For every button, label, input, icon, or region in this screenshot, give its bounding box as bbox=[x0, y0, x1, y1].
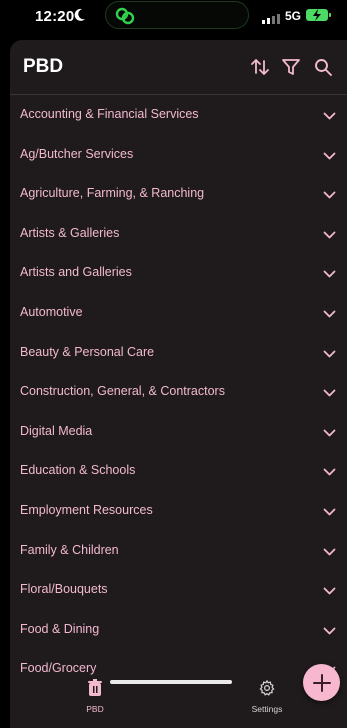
trash-icon bbox=[88, 679, 102, 696]
chevron-down-icon[interactable] bbox=[323, 425, 336, 443]
sort-icon[interactable] bbox=[249, 56, 271, 78]
category-row[interactable]: Digital Media bbox=[10, 411, 347, 451]
category-label: Accounting & Financial Services bbox=[20, 107, 199, 121]
app-screen: PBD Accounting & Financial Services Ag/Bu… bbox=[10, 40, 347, 728]
add-button[interactable] bbox=[303, 664, 340, 701]
category-row[interactable]: Artists and Galleries bbox=[10, 252, 347, 292]
chevron-down-icon[interactable] bbox=[323, 464, 336, 482]
category-row[interactable]: Automotive bbox=[10, 292, 347, 332]
signal-icon bbox=[262, 11, 280, 29]
search-icon[interactable] bbox=[312, 56, 334, 78]
app-header: PBD bbox=[10, 40, 347, 95]
chevron-down-icon[interactable] bbox=[323, 187, 336, 205]
chevron-down-icon[interactable] bbox=[323, 504, 336, 522]
category-label: Beauty & Personal Care bbox=[20, 344, 155, 359]
network-label: 5G bbox=[285, 9, 302, 23]
chevron-down-icon[interactable] bbox=[323, 108, 336, 126]
category-row[interactable]: Ag/Butcher Services bbox=[10, 134, 347, 174]
page-title: PBD bbox=[23, 56, 64, 77]
chevron-down-icon[interactable] bbox=[323, 227, 336, 245]
category-label: Agriculture, Farming, & Ranching bbox=[20, 186, 205, 201]
chevron-down-icon[interactable] bbox=[323, 583, 336, 601]
category-row[interactable]: Artists & Galleries bbox=[10, 213, 347, 253]
link-icon bbox=[114, 6, 136, 31]
plus-icon bbox=[312, 673, 331, 692]
chevron-down-icon[interactable] bbox=[323, 148, 336, 166]
category-row[interactable]: Food & Dining bbox=[10, 609, 347, 649]
category-label: Digital Media bbox=[20, 423, 93, 438]
category-label: Construction, General, & Contractors bbox=[20, 384, 225, 399]
status-bar: 12:20 5G bbox=[0, 0, 347, 36]
category-list: Accounting & Financial Services Ag/Butche… bbox=[10, 94, 347, 688]
chevron-down-icon[interactable] bbox=[323, 385, 336, 403]
battery-icon bbox=[306, 9, 331, 21]
chevron-down-icon[interactable] bbox=[323, 623, 336, 641]
dynamic-island bbox=[105, 1, 249, 29]
status-time: 12:20 bbox=[35, 8, 75, 25]
chevron-down-icon[interactable] bbox=[323, 346, 336, 364]
category-row[interactable]: Beauty & Personal Care bbox=[10, 332, 347, 372]
category-row[interactable]: Floral/Bouquets bbox=[10, 569, 347, 609]
tab-pbd[interactable]: PBD bbox=[65, 679, 125, 714]
category-label: Artists & Galleries bbox=[20, 225, 120, 240]
category-label: Education & Schools bbox=[20, 463, 136, 478]
category-row[interactable]: Agriculture, Farming, & Ranching bbox=[10, 173, 347, 213]
category-label: Employment Resources bbox=[20, 502, 153, 517]
filter-icon[interactable] bbox=[280, 56, 302, 78]
category-label: Artists and Galleries bbox=[20, 265, 132, 280]
category-label: Floral/Bouquets bbox=[20, 582, 108, 597]
category-label: Family & Children bbox=[20, 542, 119, 557]
tab-pbd-label: PBD bbox=[86, 704, 104, 714]
category-row[interactable]: Education & Schools bbox=[10, 450, 347, 490]
chevron-down-icon[interactable] bbox=[323, 544, 336, 562]
tab-settings-label: Settings bbox=[251, 704, 283, 714]
category-label: Ag/Butcher Services bbox=[20, 146, 134, 161]
category-row[interactable]: Family & Children bbox=[10, 530, 347, 570]
category-label: Food & Dining bbox=[20, 621, 100, 636]
category-label: Food/Grocery bbox=[20, 661, 97, 676]
tab-settings[interactable]: Settings bbox=[237, 679, 297, 714]
category-row[interactable]: Employment Resources bbox=[10, 490, 347, 530]
gear-icon bbox=[259, 679, 275, 696]
category-row[interactable]: Construction, General, & Contractors bbox=[10, 371, 347, 411]
chevron-down-icon[interactable] bbox=[323, 306, 336, 324]
moon-icon bbox=[74, 8, 86, 27]
home-indicator bbox=[110, 680, 232, 684]
chevron-down-icon[interactable] bbox=[323, 266, 336, 284]
category-row[interactable]: Accounting & Financial Services bbox=[10, 94, 347, 134]
category-label: Automotive bbox=[20, 304, 83, 319]
